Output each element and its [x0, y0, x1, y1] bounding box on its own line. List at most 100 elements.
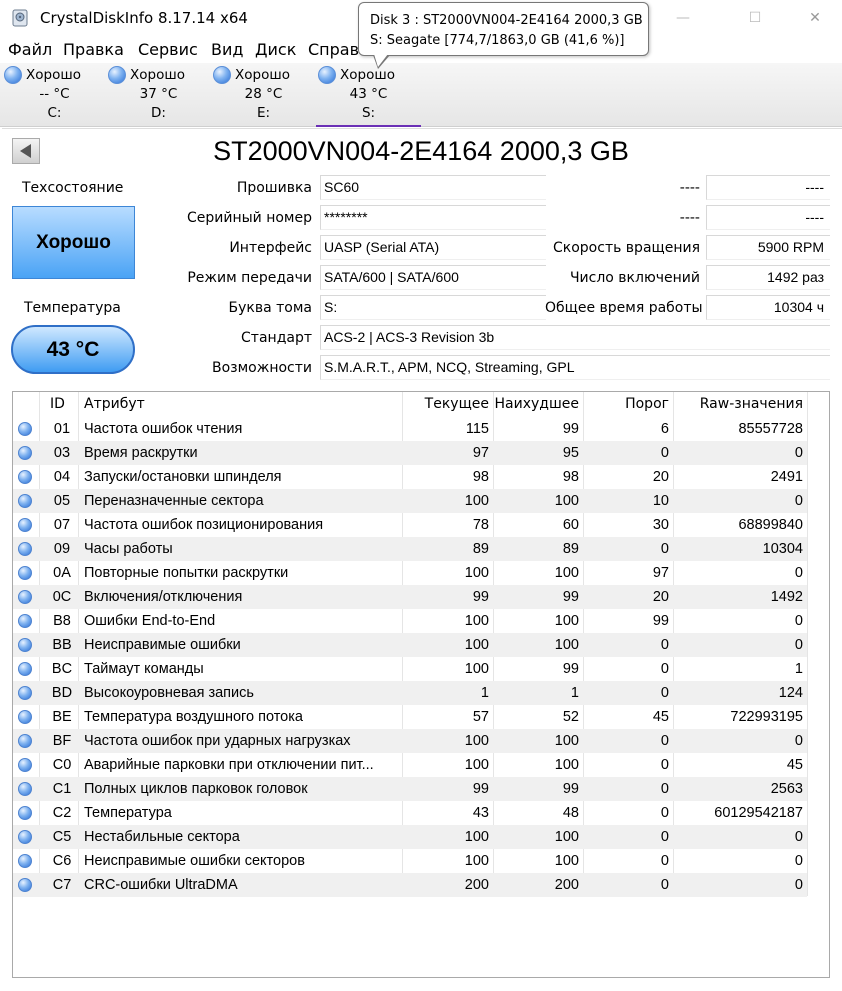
serial-value: ******** [320, 205, 546, 230]
column-header-raw[interactable]: Raw-значения [673, 396, 803, 412]
table-row[interactable]: 05 Переназначенные сектора 100 100 10 0 [13, 489, 807, 513]
cell-attribute: Таймаут команды [84, 661, 204, 677]
column-header-current[interactable]: Текущее [403, 396, 489, 412]
status-good-icon [18, 734, 32, 748]
cell-id: C7 [52, 877, 72, 893]
cell-raw: 722993195 [730, 709, 803, 725]
tooltip-line-1: Disk 3 : ST2000VN004-2E4164 2000,3 GB [370, 13, 643, 28]
cell-attribute: Частота ошибок позиционирования [84, 517, 324, 533]
column-header-id[interactable]: ID [50, 396, 65, 412]
table-header: ID Атрибут Текущее Наихудшее Порог Raw-з… [13, 392, 829, 417]
cell-id: C1 [52, 781, 72, 797]
interface-value: UASP (Serial ATA) [320, 235, 546, 260]
cell-threshold: 0 [660, 637, 669, 653]
drive-temp: 28 °C [244, 86, 283, 102]
menu-edit[interactable]: Правка [63, 40, 124, 59]
status-good-icon [18, 614, 32, 628]
status-good-icon [18, 782, 32, 796]
cell-attribute: Температура воздушного потока [84, 709, 303, 725]
status-good-icon [18, 830, 32, 844]
table-row[interactable]: C5 Нестабильные сектора 100 100 0 0 [13, 825, 807, 849]
menu-disk[interactable]: Диск [255, 40, 296, 59]
menu-service[interactable]: Сервис [138, 40, 198, 59]
cell-id: BC [51, 661, 73, 677]
column-header-threshold[interactable]: Порог [583, 396, 669, 412]
status-good-icon [18, 854, 32, 868]
table-row[interactable]: C2 Температура 43 48 0 60129542187 [13, 801, 807, 825]
cell-worst: 100 [554, 637, 579, 653]
cell-id: 03 [53, 445, 71, 461]
cell-worst: 48 [562, 805, 579, 821]
status-good-icon [18, 422, 32, 436]
app-icon [12, 9, 28, 27]
menu-view[interactable]: Вид [211, 40, 243, 59]
table-row[interactable]: 0A Повторные попытки раскрутки 100 100 97 0 [13, 561, 807, 585]
cell-current: 57 [472, 709, 489, 725]
maximize-button[interactable]: ☐ [732, 0, 778, 36]
cell-threshold: 0 [660, 445, 669, 461]
table-row[interactable]: 03 Время раскрутки 97 95 0 0 [13, 441, 807, 465]
table-row[interactable]: BD Высокоуровневая запись 1 1 0 124 [13, 681, 807, 705]
table-row[interactable]: B8 Ошибки End-to-End 100 100 99 0 [13, 609, 807, 633]
cell-id: BB [52, 637, 72, 653]
cell-attribute: Неисправимые ошибки [84, 637, 241, 653]
volume-letter-value: S: [320, 295, 546, 320]
table-row[interactable]: BF Частота ошибок при ударных нагрузках 10… [13, 729, 807, 753]
cell-attribute: Время раскрутки [84, 445, 198, 461]
table-row[interactable]: C1 Полных циклов парковок головок 99 99 0 256… [13, 777, 807, 801]
table-row[interactable]: BE Температура воздушного потока 57 52 45 722… [13, 705, 807, 729]
table-row[interactable]: 07 Частота ошибок позиционирования 78 60 30 6… [13, 513, 807, 537]
table-row[interactable]: 09 Часы работы 89 89 0 10304 [13, 537, 807, 561]
menu-file[interactable]: Файл [8, 40, 52, 59]
cell-current: 100 [464, 733, 489, 749]
cell-worst: 100 [554, 733, 579, 749]
cell-raw: 1 [794, 661, 803, 677]
status-good-icon [108, 66, 126, 84]
cell-worst: 100 [554, 565, 579, 581]
smart-attributes-table[interactable]: ID Атрибут Текущее Наихудшее Порог Raw-з… [12, 391, 830, 978]
table-row[interactable]: BC Таймаут команды 100 99 0 1 [13, 657, 807, 681]
table-row[interactable]: C0 Аварийные парковки при отключении пит.… [13, 753, 807, 777]
cell-id: C2 [52, 805, 72, 821]
cell-worst: 100 [554, 853, 579, 869]
cell-worst: 100 [554, 613, 579, 629]
tooltip-line-2: S: Seagate [774,7/1863,0 GB (41,6 %)] [370, 33, 625, 48]
status-good-icon [318, 66, 336, 84]
table-row[interactable]: 01 Частота ошибок чтения 115 99 6 85557728 [13, 417, 807, 441]
cell-attribute: Повторные попытки раскрутки [84, 565, 289, 581]
cell-id: C5 [52, 829, 72, 845]
health-status-button[interactable]: Хорошо [12, 206, 135, 279]
drive-letter: C: [47, 105, 62, 121]
cell-id: BE [52, 709, 72, 725]
table-row[interactable]: 04 Запуски/остановки шпинделя 98 98 20 2491 [13, 465, 807, 489]
minimize-button[interactable]: — [660, 0, 706, 36]
features-value: S.M.A.R.T., APM, NCQ, Streaming, GPL [320, 355, 830, 380]
table-row[interactable]: C6 Неисправимые ошибки секторов 100 100 0 0 [13, 849, 807, 873]
temperature-display[interactable]: 43 °C [11, 325, 135, 374]
table-row[interactable]: C7 CRC-ошибки UltraDMA 200 200 0 0 [13, 873, 807, 897]
cell-id: 0A [53, 565, 71, 581]
drive-d-tab[interactable]: Хорошо 37 °C D: [106, 63, 211, 125]
table-row[interactable]: BB Неисправимые ошибки 100 100 0 0 [13, 633, 807, 657]
drive-c-tab[interactable]: Хорошо -- °C C: [2, 63, 107, 125]
close-button[interactable]: ✕ [792, 0, 838, 36]
cell-attribute: Температура [84, 805, 172, 821]
cell-attribute: Неисправимые ошибки секторов [84, 853, 305, 869]
cell-id: 07 [53, 517, 71, 533]
drive-e-tab[interactable]: Хорошо 28 °C E: [211, 63, 316, 125]
drive-letter: E: [256, 105, 271, 121]
cell-raw: 10304 [762, 541, 803, 557]
drive-s-tab[interactable]: Хорошо 43 °C S: [316, 63, 421, 127]
table-row[interactable]: 0C Включения/отключения 99 99 20 1492 [13, 585, 807, 609]
column-header-worst[interactable]: Наихудшее [493, 396, 580, 412]
cell-raw: 0 [794, 853, 803, 869]
cell-threshold: 0 [660, 853, 669, 869]
cell-threshold: 0 [660, 877, 669, 893]
cell-current: 78 [472, 517, 489, 533]
status-good-icon [18, 878, 32, 892]
cell-threshold: 97 [652, 565, 669, 581]
cell-threshold: 0 [660, 829, 669, 845]
serial-label: Серийный номер [186, 210, 312, 226]
cell-raw: 68899840 [738, 517, 803, 533]
column-header-attribute[interactable]: Атрибут [84, 396, 145, 412]
